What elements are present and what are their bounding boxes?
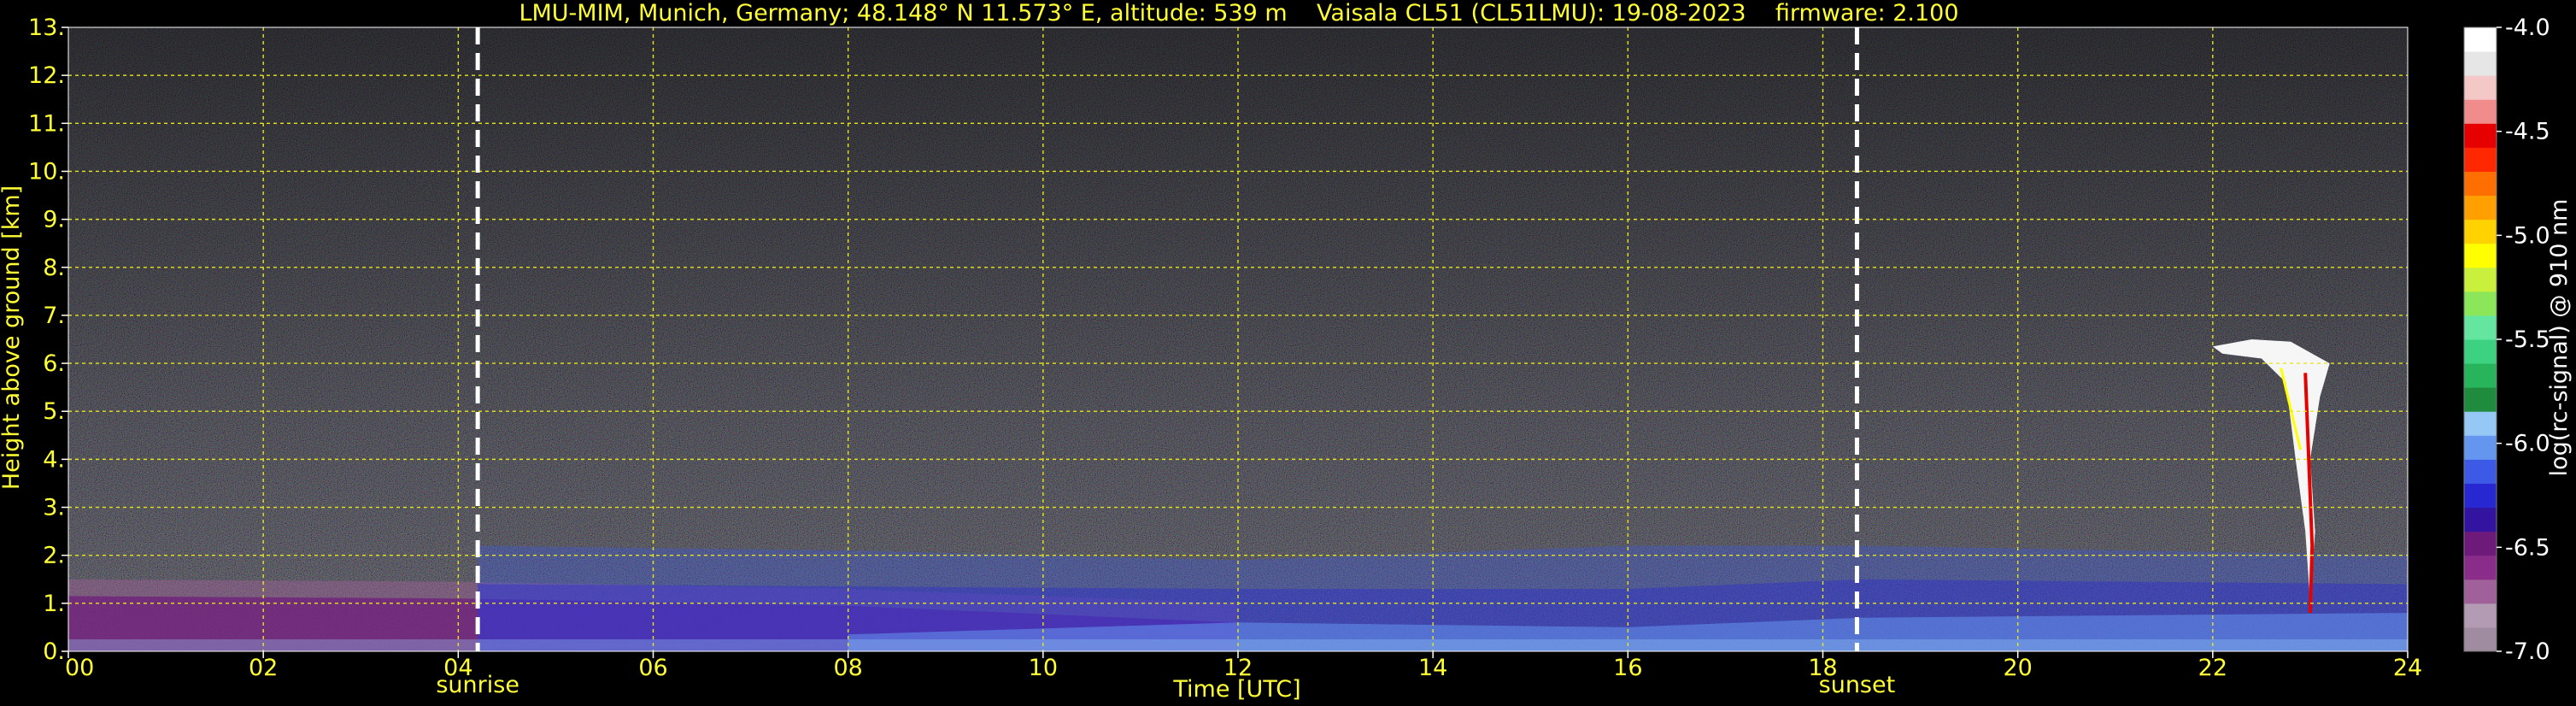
colorbar-swatch — [2464, 555, 2497, 580]
colorbar-swatch — [2464, 315, 2497, 340]
colorbar-swatch — [2464, 291, 2497, 316]
x-tick-label: 20 — [2003, 655, 2032, 681]
colorbar-tick-label: -5.5 — [2505, 327, 2550, 353]
colorbar-swatch — [2464, 603, 2497, 628]
colorbar-swatch — [2464, 27, 2497, 52]
x-tick-label: 02 — [249, 655, 278, 681]
x-tick-label: 10 — [1029, 655, 1058, 681]
x-tick-label: 08 — [833, 655, 862, 681]
event-label-sunrise: sunrise — [436, 672, 519, 698]
colorbar-swatch — [2464, 219, 2497, 244]
colorbar-swatch — [2464, 363, 2497, 388]
y-axis-label: Height above ground [km] — [0, 185, 25, 490]
colorbar-swatch — [2464, 147, 2497, 172]
x-tick-label: 00 — [65, 655, 94, 681]
y-tick-label: 9. — [43, 207, 65, 233]
y-tick-label: 12. — [28, 62, 65, 89]
colorbar-tick-label: -5.0 — [2505, 222, 2550, 249]
colorbar-tick-label: -6.0 — [2505, 431, 2550, 457]
plot-area — [67, 26, 2409, 652]
colorbar-swatch — [2464, 267, 2497, 292]
x-tick-label: 16 — [1613, 655, 1642, 681]
colorbar-label: log(rc-signal) @ 910 nm — [2546, 199, 2573, 477]
colorbar-swatch — [2464, 123, 2497, 148]
y-tick-label: 8. — [43, 255, 65, 281]
y-tick-label: 2. — [43, 543, 65, 569]
colorbar-swatch — [2464, 51, 2497, 76]
colorbar-swatch — [2464, 387, 2497, 412]
y-tick-label: 3. — [43, 495, 65, 521]
ceilometer-figure: 00 02 04 06 08 10 12 14 16 18 20 22 24 0.1.2.3.4.5.6… — [0, 0, 2573, 703]
x-tick-label: 24 — [2393, 655, 2422, 681]
colorbar-swatch — [2464, 99, 2497, 124]
y-axis: 0. 1. 2. 3. 4. 5. 6. 7. 8. 9. 10. 11. 12. 13. — [28, 15, 68, 665]
colorbar-tick-label: -7.0 — [2505, 638, 2550, 665]
colorbar-swatch — [2464, 435, 2497, 460]
colorbar-swatch — [2464, 75, 2497, 100]
colorbar-swatch — [2464, 531, 2497, 556]
y-tick-label: 6. — [43, 350, 65, 377]
colorbar-swatch — [2464, 411, 2497, 436]
colorbar: -4.0 -4.5 -5.0 -5.5 -6.0 -6.5 -7.0 — [2463, 15, 2550, 665]
colorbar-swatch — [2464, 507, 2497, 532]
x-tick-label: 22 — [2198, 655, 2227, 681]
event-label-sunset: sunset — [1819, 672, 1896, 698]
colorbar-swatch — [2464, 459, 2497, 484]
colorbar-swatch — [2464, 243, 2497, 268]
colorbar-swatch — [2464, 579, 2497, 604]
y-tick-label: 1. — [43, 591, 65, 617]
colorbar-tick-label: -6.5 — [2505, 534, 2550, 561]
colorbar-swatch — [2464, 171, 2497, 197]
y-tick-label: 7. — [43, 303, 65, 329]
colorbar-swatch — [2464, 483, 2497, 509]
x-tick-label: 14 — [1418, 655, 1447, 681]
x-axis-label: Time [UTC] — [1172, 676, 1300, 703]
y-tick-label: 11. — [28, 110, 65, 137]
colorbar-swatch — [2464, 339, 2497, 364]
chart-title: LMU-MIM, Munich, Germany; 48.148° N 11.5… — [519, 0, 1958, 26]
x-tick-label: 06 — [638, 655, 667, 681]
y-tick-label: 10. — [28, 158, 65, 185]
y-tick-label: 4. — [43, 446, 65, 473]
colorbar-tick-label: -4.0 — [2505, 15, 2550, 41]
y-tick-label: 5. — [43, 398, 65, 425]
y-tick-label: 13. — [28, 15, 65, 41]
colorbar-swatch — [2464, 627, 2497, 652]
y-tick-label: 0. — [43, 638, 65, 665]
colorbar-swatch — [2464, 195, 2497, 221]
colorbar-tick-label: -4.5 — [2505, 119, 2550, 145]
